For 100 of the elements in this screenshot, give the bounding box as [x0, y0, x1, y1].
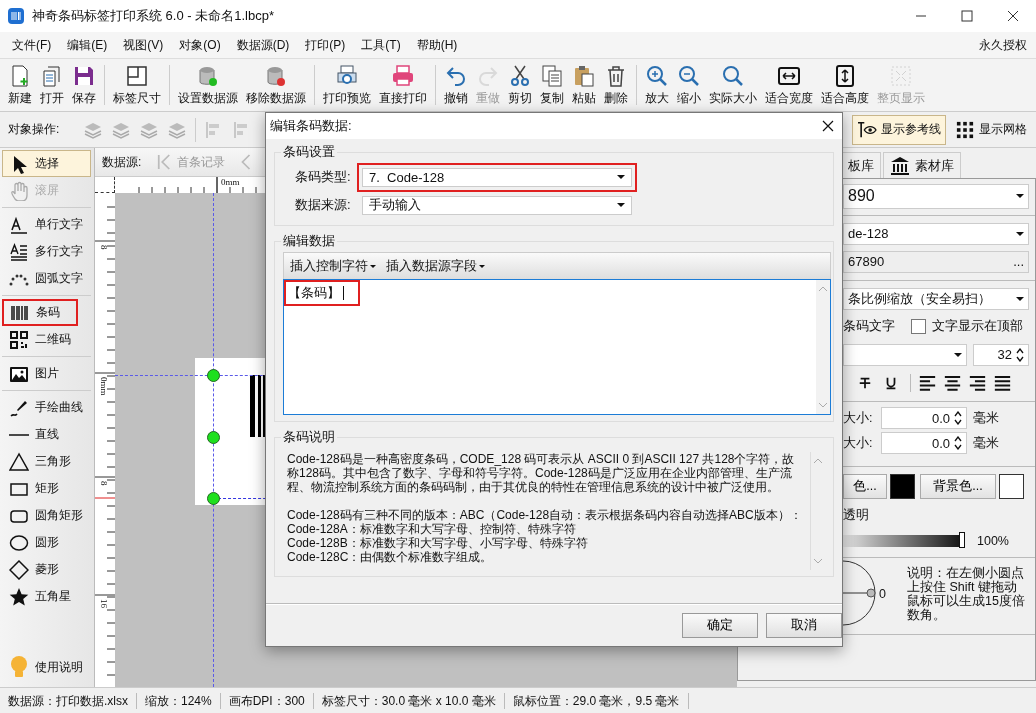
tool-button[interactable]: 五角星 [2, 583, 91, 610]
tool-button[interactable]: 菱形 [2, 556, 91, 583]
spinner-arrows-icon [954, 436, 962, 450]
status-item: 标签尺寸：30.0 毫米 x 10.0 毫米 [313, 692, 505, 709]
tool-button[interactable]: 圆角矩形 [2, 502, 91, 529]
help-button[interactable]: 使用说明 [2, 649, 91, 685]
tool-button[interactable]: 圆形 [2, 529, 91, 556]
tool-button[interactable]: 三角形 [2, 448, 91, 475]
toggle-button[interactable]: 显示参考线 [852, 114, 946, 145]
toolbar-button[interactable]: 打开 [36, 59, 68, 111]
size-field[interactable]: 0.0 [881, 407, 967, 429]
status-item: 鼠标位置：29.0 毫米，9.5 毫米 [504, 692, 689, 709]
slider-thumb[interactable] [959, 532, 965, 548]
barcode-type-select[interactable]: 7. Code-128 [362, 167, 632, 187]
data-source-select[interactable]: 手动输入 [362, 195, 632, 215]
qr-code-icon [9, 329, 29, 350]
color-button[interactable]: 色... [843, 473, 887, 499]
text-top-checkbox[interactable] [911, 319, 926, 334]
menu-item[interactable]: 对象(O) [171, 36, 229, 54]
font-size-field[interactable]: 32 [973, 343, 1029, 366]
diamond-icon [9, 559, 29, 580]
toolbar-button[interactable]: 打印预览 [319, 59, 375, 111]
toolbar-button[interactable]: 适合高度 [817, 59, 873, 111]
menu-item[interactable]: 工具(T) [353, 36, 409, 54]
close-icon[interactable] [1007, 10, 1019, 22]
dialog-button[interactable]: 取消 [766, 612, 842, 638]
menu-item[interactable]: 打印(P) [297, 36, 354, 54]
toolbar-button[interactable]: 缩小 [673, 59, 705, 111]
caret-icon [1016, 194, 1024, 198]
angle-note: 说明：在左侧小圆点上按住 Shift 键拖动鼠标可以生成15度倍数角。 [907, 566, 1026, 622]
angle-dial[interactable] [843, 559, 877, 629]
description-text: Code-128码有三种不同的版本：ABC（Code-128自动：表示根据条码内容自动选择ABC版本）： [287, 508, 803, 522]
fit-height-icon [833, 63, 857, 88]
menu-item[interactable]: 编辑(E) [59, 36, 116, 54]
maximize-icon[interactable] [961, 10, 973, 22]
description-text: Code-128码是一种高密度条码，CODE_128 码可表示从 ASCII 0 到ASCII 127 共128个字符，故称128码。其中包含了数字、字母和符号字符。Code-128码是广泛应用在企业内部管理、生产流程、物流控制系统方面的条码码制，由于其优良的特性在管理信息系统的设计中被广泛使用。 [287, 452, 796, 494]
tool-button[interactable]: 图片 [2, 360, 91, 387]
toggle-button[interactable]: 显示网格 [950, 114, 1032, 145]
barcode-text-label: 条码文字 [843, 318, 895, 335]
close-icon[interactable] [822, 120, 834, 132]
toolbar-button[interactable]: 剪切 [504, 59, 536, 111]
toolbar-button[interactable]: 直接打印 [375, 59, 431, 111]
code-select[interactable]: 890 [843, 183, 1029, 209]
toolbar-button[interactable]: 撤销 [440, 59, 472, 111]
caret-icon [617, 175, 625, 179]
opacity-reading: 100% [977, 534, 1009, 548]
justify-icon[interactable] [994, 374, 1011, 391]
barcode-drawing [250, 375, 265, 437]
unit-label: 毫米 [973, 434, 999, 452]
scale-mode-select[interactable]: 条比例缩放（安全易扫） [843, 287, 1029, 310]
license-link[interactable]: 永久授权 [979, 36, 1036, 54]
menu-item[interactable]: 帮助(H) [408, 36, 466, 54]
group-title: 编辑数据 [282, 232, 336, 250]
strikethrough-icon[interactable] [858, 375, 872, 390]
hand-icon [9, 180, 29, 201]
toolbar-button[interactable]: 移除数据源 [242, 59, 310, 111]
tool-button[interactable]: 条码 [2, 299, 78, 326]
tool-button[interactable]: 单行文字 [2, 211, 91, 238]
dialog-button[interactable]: 确定 [682, 612, 758, 638]
tool-button[interactable]: 手绘曲线 [2, 394, 91, 421]
tool-button[interactable]: 多行文字 [2, 238, 91, 265]
insert-menu[interactable]: 插入数据源字段 [386, 257, 485, 275]
ruler-label: 0mm [99, 377, 109, 396]
opacity-slider[interactable] [843, 535, 963, 547]
size-field[interactable]: 0.0 [881, 432, 967, 454]
align-right-icon[interactable] [969, 374, 986, 391]
status-item: 数据源：打印数据.xlsx [0, 692, 137, 709]
tool-button[interactable]: 直线 [2, 421, 91, 448]
browse-button[interactable]: ... [1013, 254, 1024, 269]
toolbar-button[interactable]: 实际大小 [705, 59, 761, 111]
status-item: 画布DPI：300 [220, 692, 314, 709]
menu-item[interactable]: 视图(V) [115, 36, 172, 54]
color-swatch[interactable] [890, 473, 915, 499]
tool-button[interactable]: 矩形 [2, 475, 91, 502]
printer-icon [391, 63, 415, 88]
tool-button[interactable]: 二维码 [2, 326, 91, 353]
toolbar-button[interactable]: 删除 [600, 59, 632, 111]
barcode-type-select[interactable]: de-128 [843, 222, 1029, 245]
insert-menu[interactable]: 插入控制字符 [290, 257, 376, 275]
toolbar-button[interactable]: 适合宽度 [761, 59, 817, 111]
align-center-icon[interactable] [944, 374, 961, 391]
data-field[interactable]: 67890 ... [843, 250, 1029, 273]
toolbar-button[interactable]: 设置数据源 [174, 59, 242, 111]
toolbar-button[interactable]: 放大 [641, 59, 673, 111]
tool-button[interactable]: 圆弧文字 [2, 265, 91, 292]
scissors-icon [508, 63, 532, 88]
toolbar-button[interactable]: 保存 [68, 59, 100, 111]
align-left-icon[interactable] [919, 374, 936, 391]
color-swatch[interactable] [999, 473, 1024, 499]
toolbar-button[interactable]: 复制 [536, 59, 568, 111]
underline-icon[interactable] [884, 375, 898, 390]
color-button[interactable]: 背景色... [920, 473, 996, 499]
tool-button[interactable]: 选择 [2, 150, 91, 177]
menu-item[interactable]: 数据源(D) [228, 36, 298, 54]
ruler-label: 16 [99, 599, 109, 608]
toolbar-button[interactable]: 新建 [4, 59, 36, 111]
toolbar-button[interactable]: 粘贴 [568, 59, 600, 111]
menu-item[interactable]: 文件(F) [4, 36, 60, 54]
unit-label: 毫米 [973, 409, 999, 427]
toolbar-button[interactable]: 标签尺寸 [109, 59, 165, 111]
